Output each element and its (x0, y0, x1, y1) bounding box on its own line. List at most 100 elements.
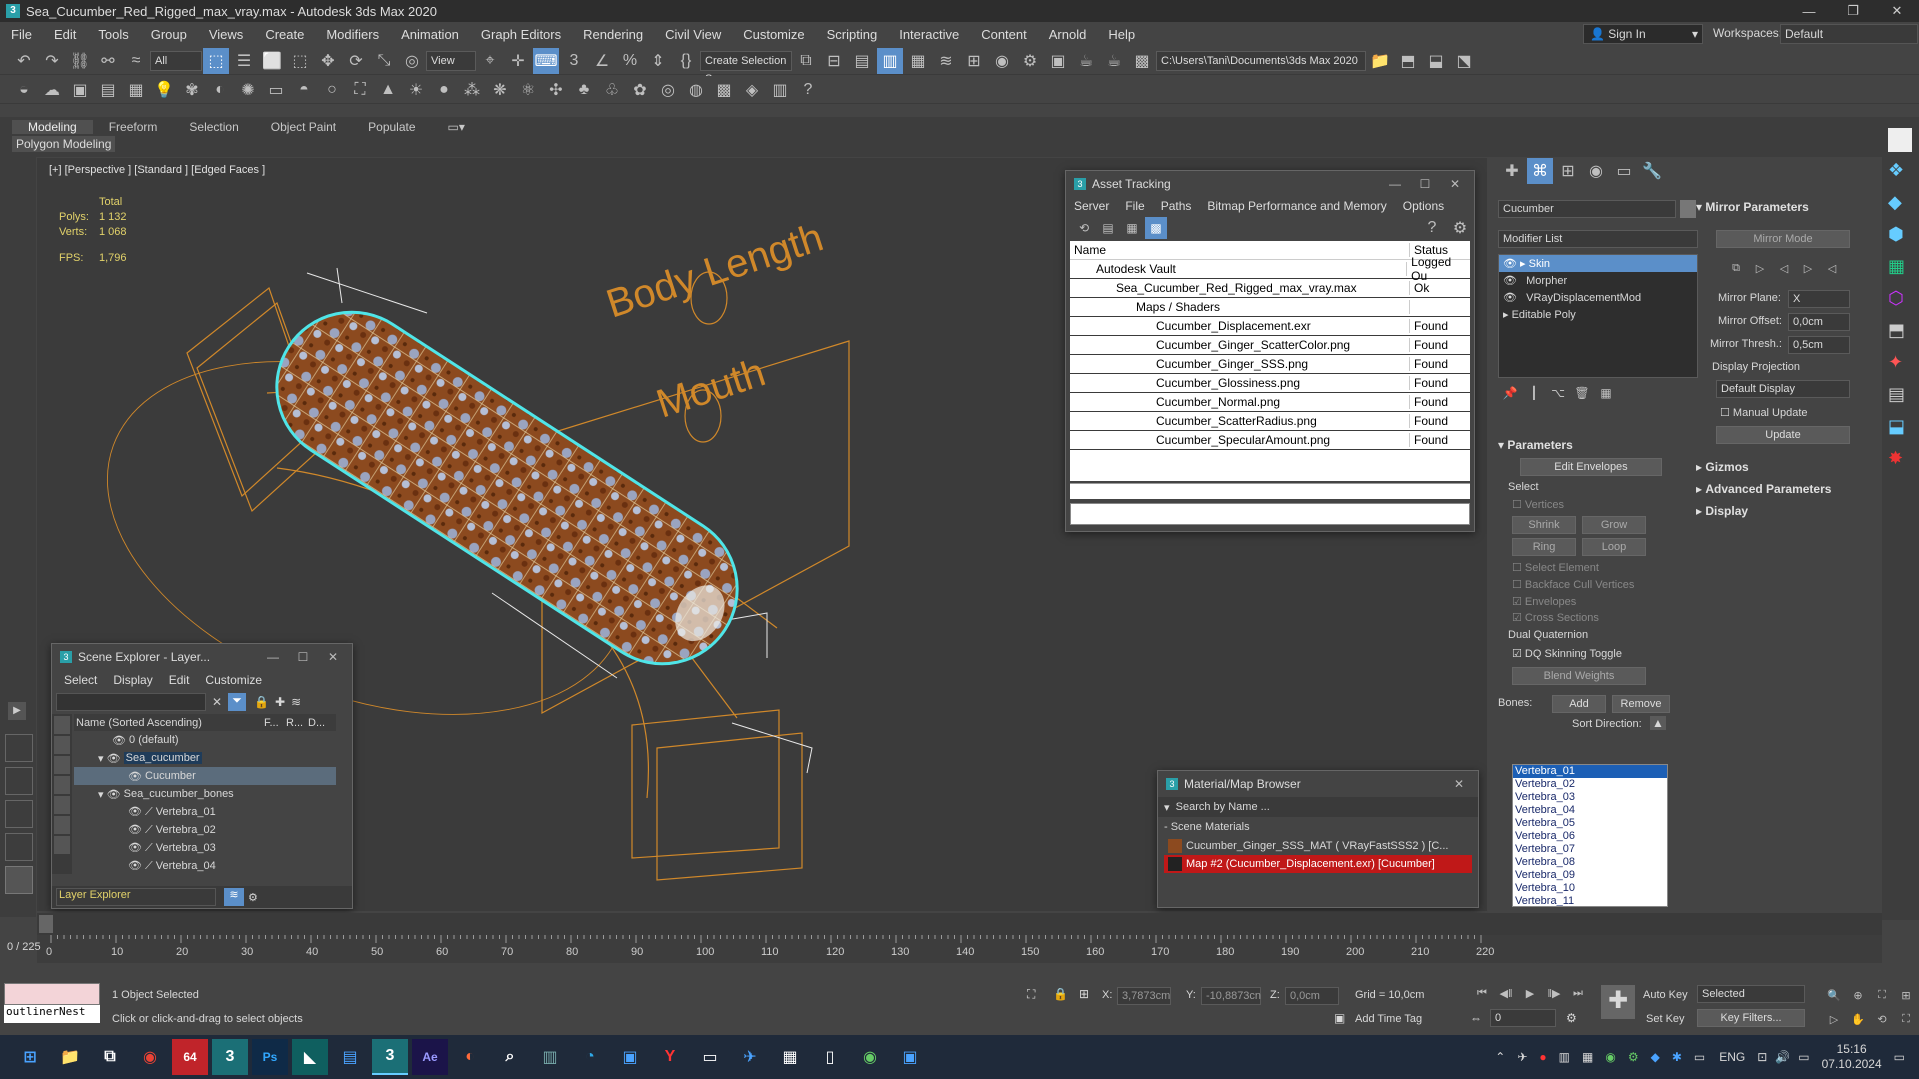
notifications-icon[interactable]: ▭ (1894, 1050, 1905, 1064)
display-rollout-header[interactable]: ▸ Display (1696, 502, 1876, 520)
zoom-extents-all-icon[interactable]: ⊞ (1895, 985, 1917, 1005)
asset-tracking-icon[interactable]: ⬓ (1423, 48, 1449, 74)
eye-icon[interactable]: 👁 (107, 752, 124, 765)
filter-icon[interactable]: ⏷ (228, 693, 247, 711)
viewport-layout-icon[interactable] (5, 866, 33, 894)
vray-mesh-icon[interactable]: ⛶ (347, 77, 373, 103)
refresh-icon[interactable]: ⟲ (1073, 217, 1095, 239)
table-row[interactable]: Sea_Cucumber_Red_Rigged_max_vray.max Ok (1070, 279, 1470, 298)
battery-icon[interactable]: ▭ (1798, 1050, 1809, 1064)
chrome-icon[interactable]: ◉ (132, 1039, 168, 1075)
grow-button[interactable]: Grow (1582, 516, 1646, 534)
list-item[interactable]: 👁 ⟋ Vertebra_02 (74, 821, 336, 839)
project-path[interactable]: C:\Users\Tani\Documents\3ds Max 2020 (1156, 50, 1366, 71)
menu-display[interactable]: Display (105, 673, 160, 687)
percent-snap-icon[interactable]: % (617, 48, 643, 74)
stack-item-editable-poly[interactable]: ▸ Editable Poly (1499, 306, 1697, 323)
update-button[interactable]: Update (1716, 426, 1850, 444)
tray-app-icon[interactable]: ▭ (1694, 1050, 1705, 1064)
asset-path-field[interactable] (1070, 503, 1470, 525)
tray-app-icon[interactable]: ✈ (1517, 1050, 1527, 1064)
3dsmax-active-icon[interactable]: 3 (372, 1039, 408, 1075)
auto-key-button[interactable]: Auto Key (1643, 989, 1688, 1001)
mirror-icon[interactable]: ⧉ (793, 48, 819, 74)
maximize-icon[interactable]: ☐ (1410, 171, 1440, 197)
show-end-result-icon[interactable]: ┃ (1523, 383, 1545, 403)
render-frame-icon[interactable]: ▣ (1045, 48, 1071, 74)
table-row[interactable]: Cucumber_SpecularAmount.png Found (1070, 431, 1470, 450)
column-name[interactable]: Name (Sorted Ascending) (74, 717, 264, 729)
reference-coordinate-select[interactable]: View (426, 50, 476, 71)
vray-camera-icon[interactable]: ◍ (683, 77, 709, 103)
menu-create[interactable]: Create (254, 27, 315, 42)
vray-physical-camera-icon[interactable]: ▩ (711, 77, 737, 103)
menu-rendering[interactable]: Rendering (572, 27, 654, 42)
menu-edit[interactable]: Edit (43, 27, 87, 42)
object-name-field[interactable]: Cucumber (1498, 200, 1676, 218)
tool-icon[interactable]: ❖ (1888, 160, 1912, 184)
paste-blue-to-green-icon[interactable]: ◁ (1773, 258, 1795, 278)
menu-select[interactable]: Select (56, 673, 105, 687)
remove-modifier-icon[interactable]: 🗑 (1571, 383, 1593, 403)
close-icon[interactable]: ✕ (318, 644, 348, 670)
tray-app-icon[interactable]: ⚙ (1628, 1050, 1639, 1064)
bluetooth-icon[interactable]: ✱ (1672, 1050, 1682, 1064)
3dsmax-icon[interactable]: 3 (212, 1039, 248, 1075)
dq-skinning-checkbox[interactable]: ☑ DQ Skinning Toggle (1512, 647, 1622, 660)
list-item[interactable]: Vertebra_05 (1513, 817, 1667, 830)
create-tab-icon[interactable]: ✚ (1499, 158, 1525, 184)
display-lights-icon[interactable] (54, 776, 70, 794)
select-by-name-icon[interactable]: ☰ (231, 48, 257, 74)
align-icon[interactable]: ⊟ (821, 48, 847, 74)
table-row[interactable]: Cucumber_ScatterRadius.png Found (1070, 412, 1470, 431)
tool-icon[interactable]: ▤ (1888, 384, 1912, 408)
app-icon[interactable]: ▣ (612, 1039, 648, 1075)
tray-app-icon[interactable]: ▥ (1559, 1050, 1570, 1064)
vray-sphere-icon[interactable]: ✺ (235, 77, 261, 103)
project-folder-icon[interactable]: 📁 (1367, 48, 1393, 74)
app-icon[interactable]: ◐ (452, 1039, 488, 1075)
minimize-icon[interactable]: — (1380, 171, 1410, 197)
x-coord-field[interactable]: 3,7873cm (1117, 987, 1171, 1005)
shrink-button[interactable]: Shrink (1512, 516, 1576, 534)
list-item[interactable]: ▾ 👁 Sea_cucumber (74, 749, 336, 767)
explorer-options-icon[interactable]: ⚙ (248, 891, 258, 904)
list-item[interactable]: Vertebra_01 (1513, 765, 1667, 778)
named-selection-set[interactable]: Create Selection Se (700, 50, 792, 85)
scene-explorer-icon[interactable]: ▤ (849, 48, 875, 74)
scene-materials-group[interactable]: - Scene Materials (1158, 817, 1478, 837)
advanced-parameters-rollout-header[interactable]: ▸ Advanced Parameters (1696, 480, 1876, 498)
gizmos-rollout-header[interactable]: ▸ Gizmos (1696, 458, 1876, 476)
render-setup-icon[interactable]: ⚙ (1017, 48, 1043, 74)
minimize-icon[interactable]: — (258, 644, 288, 670)
menu-options[interactable]: Options (1395, 199, 1452, 213)
menu-animation[interactable]: Animation (390, 27, 470, 42)
key-filter-select[interactable]: Selected (1697, 985, 1805, 1003)
time-config-icon[interactable]: ⚙ (1566, 1011, 1577, 1025)
spinner-snap-icon[interactable]: ⇕ (645, 48, 671, 74)
add-time-tag[interactable]: Add Time Tag (1355, 1013, 1422, 1025)
unlink-icon[interactable]: ⚯ (95, 48, 121, 74)
menu-bitmap-performance[interactable]: Bitmap Performance and Memory (1199, 199, 1394, 213)
time-slider[interactable] (37, 913, 1882, 935)
layer-explorer-icon[interactable]: ▥ (877, 47, 903, 74)
app-icon[interactable]: ◉ (852, 1039, 888, 1075)
utilities-tab-icon[interactable]: 🔧 (1639, 158, 1665, 184)
expand-icon[interactable]: ▶ (8, 702, 26, 720)
viewport-layout-icon[interactable] (5, 800, 33, 828)
rotate-icon[interactable]: ⟳ (343, 48, 369, 74)
time-tag-icon[interactable]: ▣ (1334, 1011, 1345, 1025)
current-frame-field[interactable]: 0 (1490, 1009, 1556, 1027)
vertices-checkbox[interactable]: ☐ Vertices (1512, 498, 1564, 511)
eye-icon[interactable]: 👁 (107, 788, 124, 801)
curve-editor-icon[interactable]: ≋ (933, 48, 959, 74)
settings-icon[interactable]: ⚙ (1447, 215, 1473, 241)
mirror-thresh-field[interactable]: 0,5cm (1788, 336, 1850, 354)
asset-tracking-titlebar[interactable]: 3 Asset Tracking — ☐ ✕ (1066, 171, 1474, 197)
table-view-icon[interactable]: ▦ (1121, 217, 1143, 239)
undo-icon[interactable]: ↶ (11, 48, 37, 74)
sort-direction-icon[interactable]: ▲ (1650, 716, 1666, 730)
vray-light-sphere-icon[interactable]: ○ (319, 77, 345, 103)
display-none-icon[interactable] (54, 716, 70, 734)
list-item[interactable]: Map #2 (Cucumber_Displacement.exr) [Cucu… (1164, 855, 1472, 873)
